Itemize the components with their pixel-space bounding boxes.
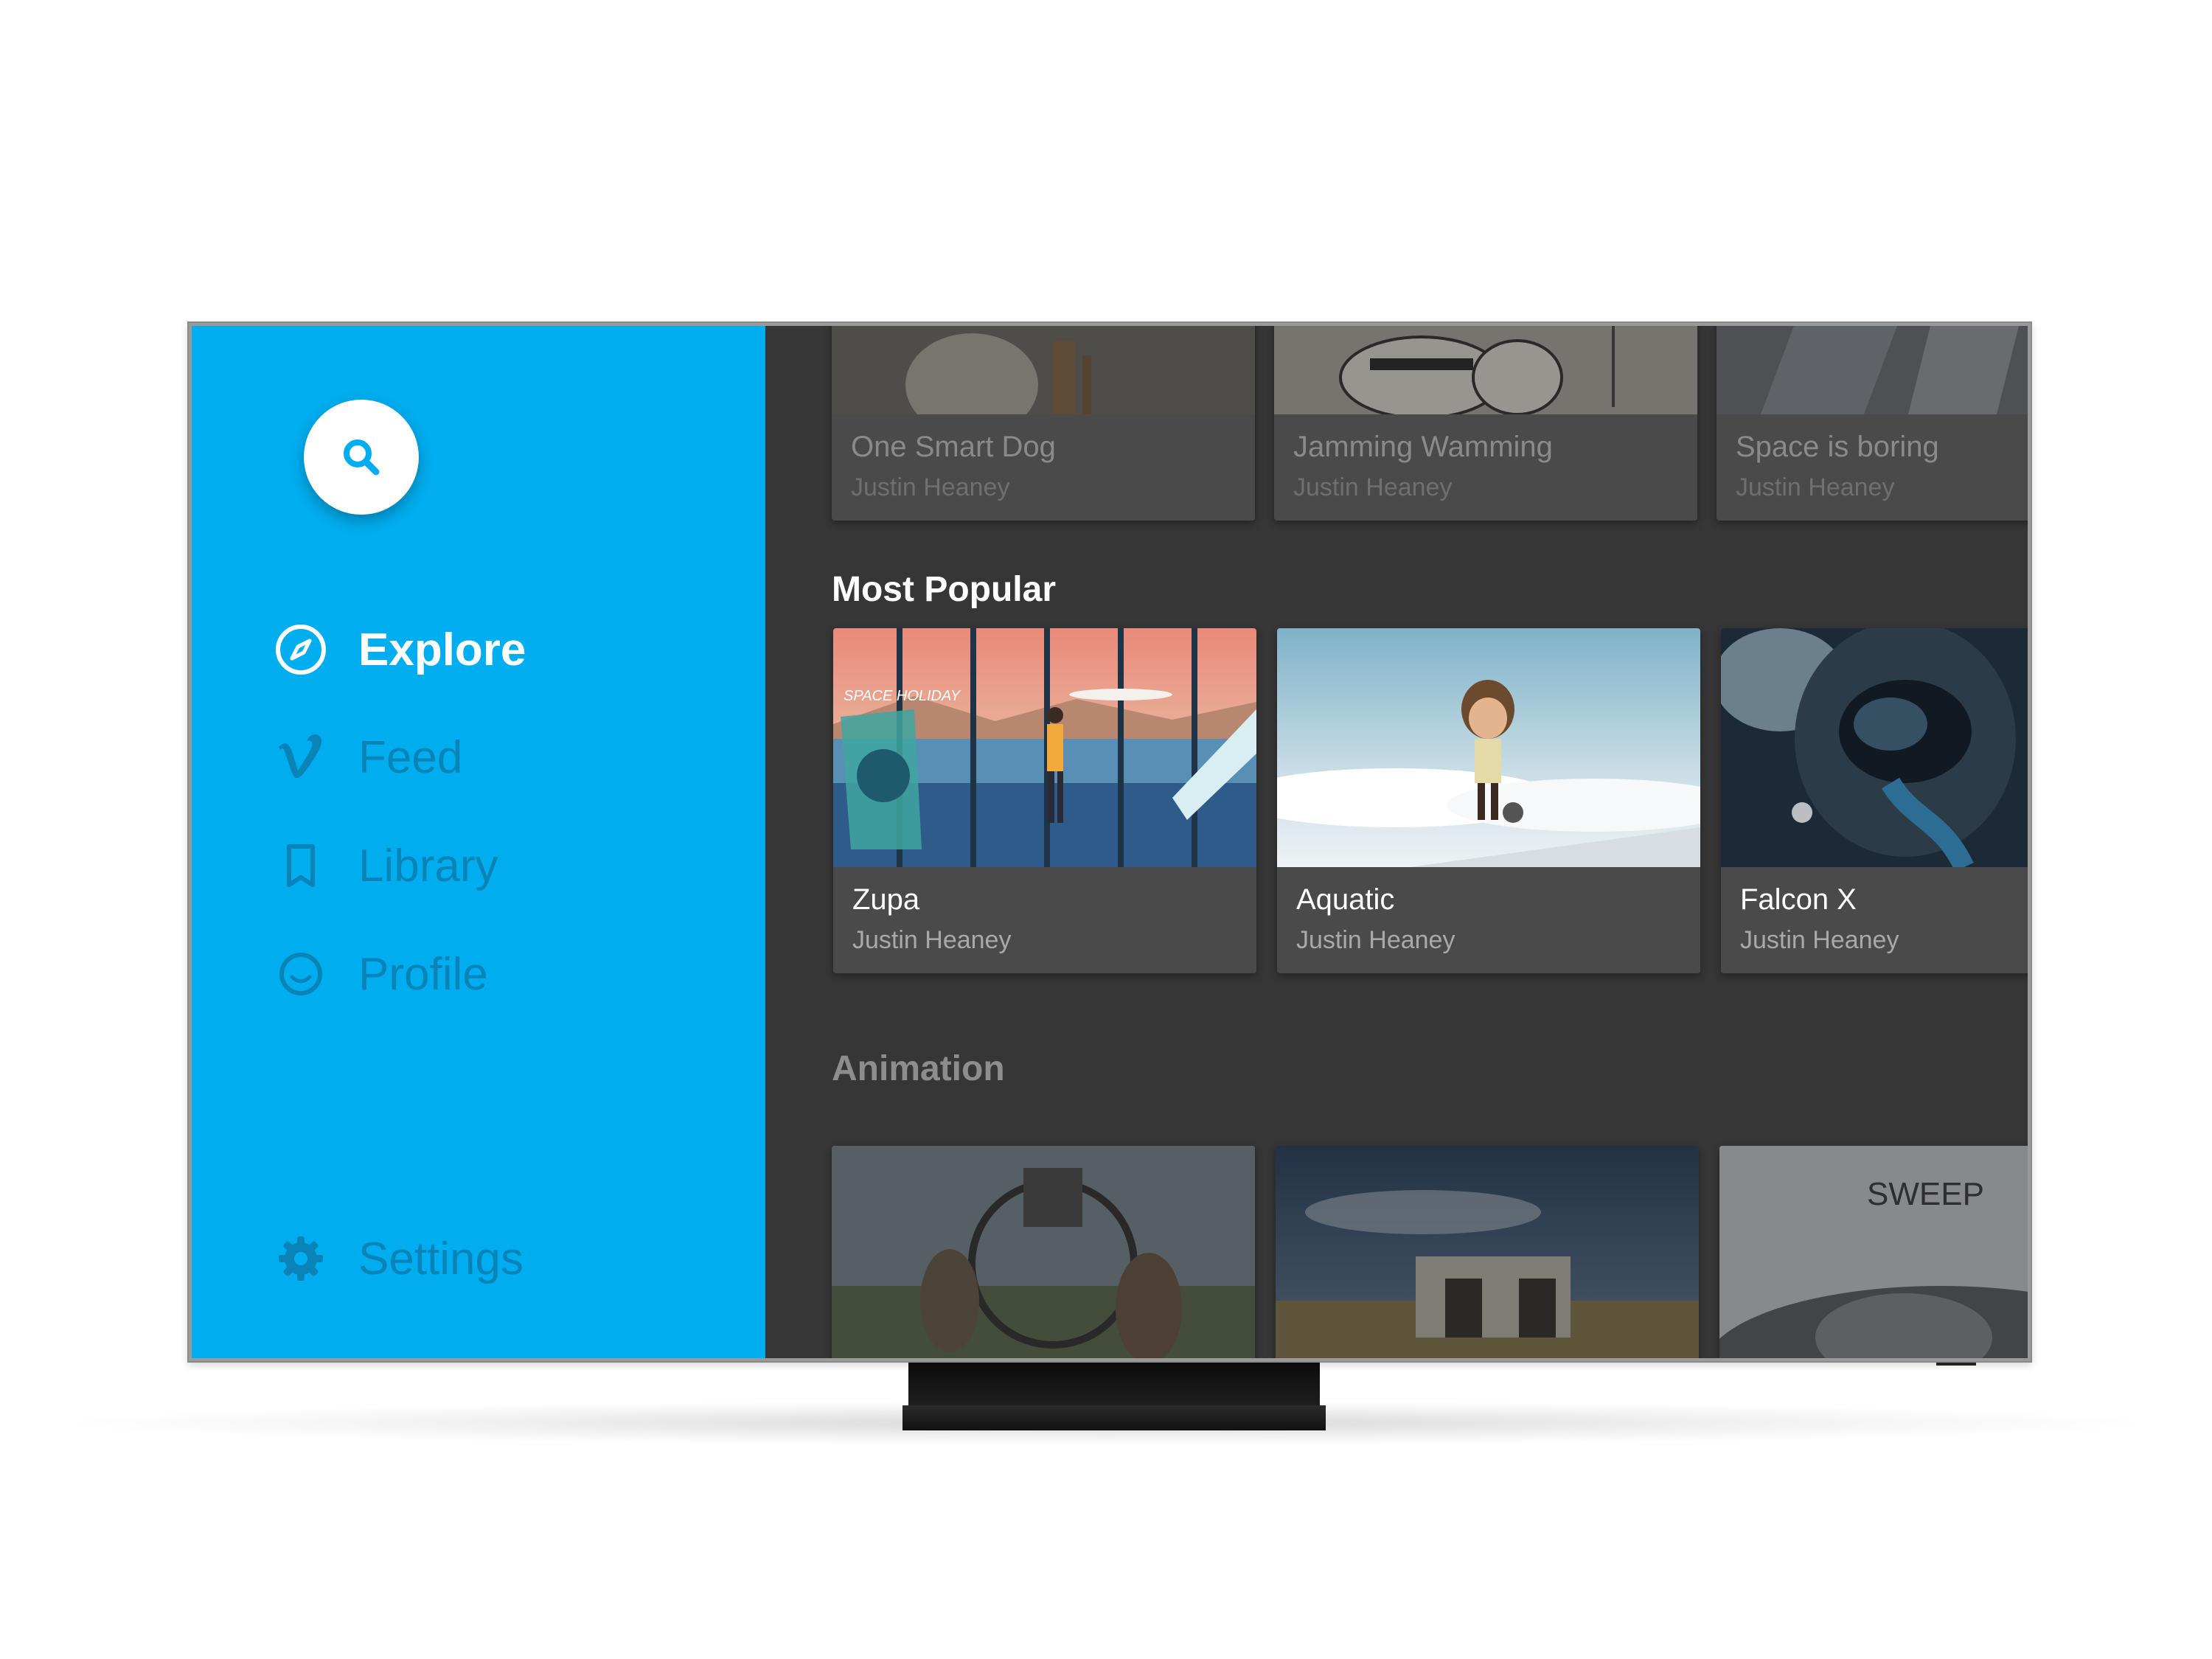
- nav-label-feed: Feed: [358, 731, 463, 783]
- video-card-sweep[interactable]: SWEEP: [1719, 1146, 2028, 1358]
- video-card-jamming-wamming[interactable]: Jamming Wamming Justin Heaney: [1274, 326, 1697, 521]
- video-title: Jamming Wamming: [1293, 431, 1553, 463]
- nav-label-library: Library: [358, 840, 498, 891]
- thumbnail: [1721, 628, 2028, 867]
- video-author: Justin Heaney: [852, 926, 1012, 954]
- video-author: Justin Heaney: [1296, 926, 1455, 954]
- vimeo-v-icon: [273, 729, 329, 785]
- video-author: Justin Heaney: [1293, 473, 1453, 501]
- tv-stand-base: [902, 1405, 1326, 1430]
- video-title: Aquatic: [1296, 883, 1395, 916]
- tv-status-led: [1936, 1363, 1976, 1366]
- nav-item-profile[interactable]: Profile: [273, 941, 488, 1007]
- video-card-falcon-x[interactable]: Falcon X Justin Heaney: [1721, 628, 2028, 973]
- thumbnail: [1717, 326, 2028, 414]
- video-author: Justin Heaney: [1736, 473, 1895, 501]
- thumbnail: [832, 1146, 1255, 1358]
- thumbnail: SPACE HOLIDAY: [833, 628, 1256, 867]
- video-author: Justin Heaney: [1740, 926, 1899, 954]
- tv-stand-neck: [908, 1363, 1320, 1405]
- thumbnail: SWEEP: [1719, 1146, 2028, 1358]
- video-card-one-smart-dog[interactable]: One Smart Dog Justin Heaney: [832, 326, 1255, 521]
- tv-frame: Explore Feed Library Profile Settings On…: [187, 321, 2032, 1363]
- gear-icon: [273, 1231, 329, 1287]
- video-card-animation-2[interactable]: [1276, 1146, 1699, 1358]
- video-title: Space is boring: [1736, 431, 1939, 463]
- video-card-aquatic[interactable]: Aquatic Justin Heaney: [1277, 628, 1700, 973]
- settings-label: Settings: [358, 1233, 524, 1284]
- nav-label-explore: Explore: [358, 624, 526, 675]
- row-heading-animation: Animation: [832, 1049, 1005, 1088]
- thumbnail: [832, 326, 1255, 414]
- row-heading-most-popular: Most Popular: [832, 570, 1057, 609]
- video-author: Justin Heaney: [851, 473, 1010, 501]
- video-card-zupa[interactable]: SPACE HOLIDAY Zupa Justin Heaney: [833, 628, 1256, 973]
- search-button[interactable]: [304, 400, 419, 515]
- video-card-animation-1[interactable]: [832, 1146, 1255, 1358]
- thumbnail: [1274, 326, 1697, 414]
- compass-icon: [273, 622, 329, 678]
- nav-label-profile: Profile: [358, 948, 488, 1000]
- bookmark-icon: [273, 838, 329, 894]
- settings-button[interactable]: Settings: [273, 1225, 524, 1292]
- thumbnail-text: SPACE HOLIDAY: [844, 688, 961, 704]
- sidebar: Explore Feed Library Profile Settings: [192, 326, 765, 1358]
- nav-item-explore[interactable]: Explore: [273, 616, 526, 683]
- search-icon: [344, 439, 380, 476]
- video-title: Falcon X: [1740, 883, 1857, 916]
- content-area: One Smart Dog Justin Heaney Jamming Wamm…: [765, 326, 2028, 1358]
- video-card-space-is-boring[interactable]: Space is boring Justin Heaney: [1717, 326, 2028, 521]
- nav-item-library[interactable]: Library: [273, 832, 498, 899]
- video-title: Zupa: [852, 883, 920, 916]
- thumbnail: [1277, 628, 1700, 867]
- video-title: One Smart Dog: [851, 431, 1056, 463]
- thumbnail: [1276, 1146, 1699, 1358]
- tv-screen: Explore Feed Library Profile Settings On…: [192, 326, 2028, 1358]
- smiley-icon: [273, 946, 329, 1002]
- nav-item-feed[interactable]: Feed: [273, 724, 462, 790]
